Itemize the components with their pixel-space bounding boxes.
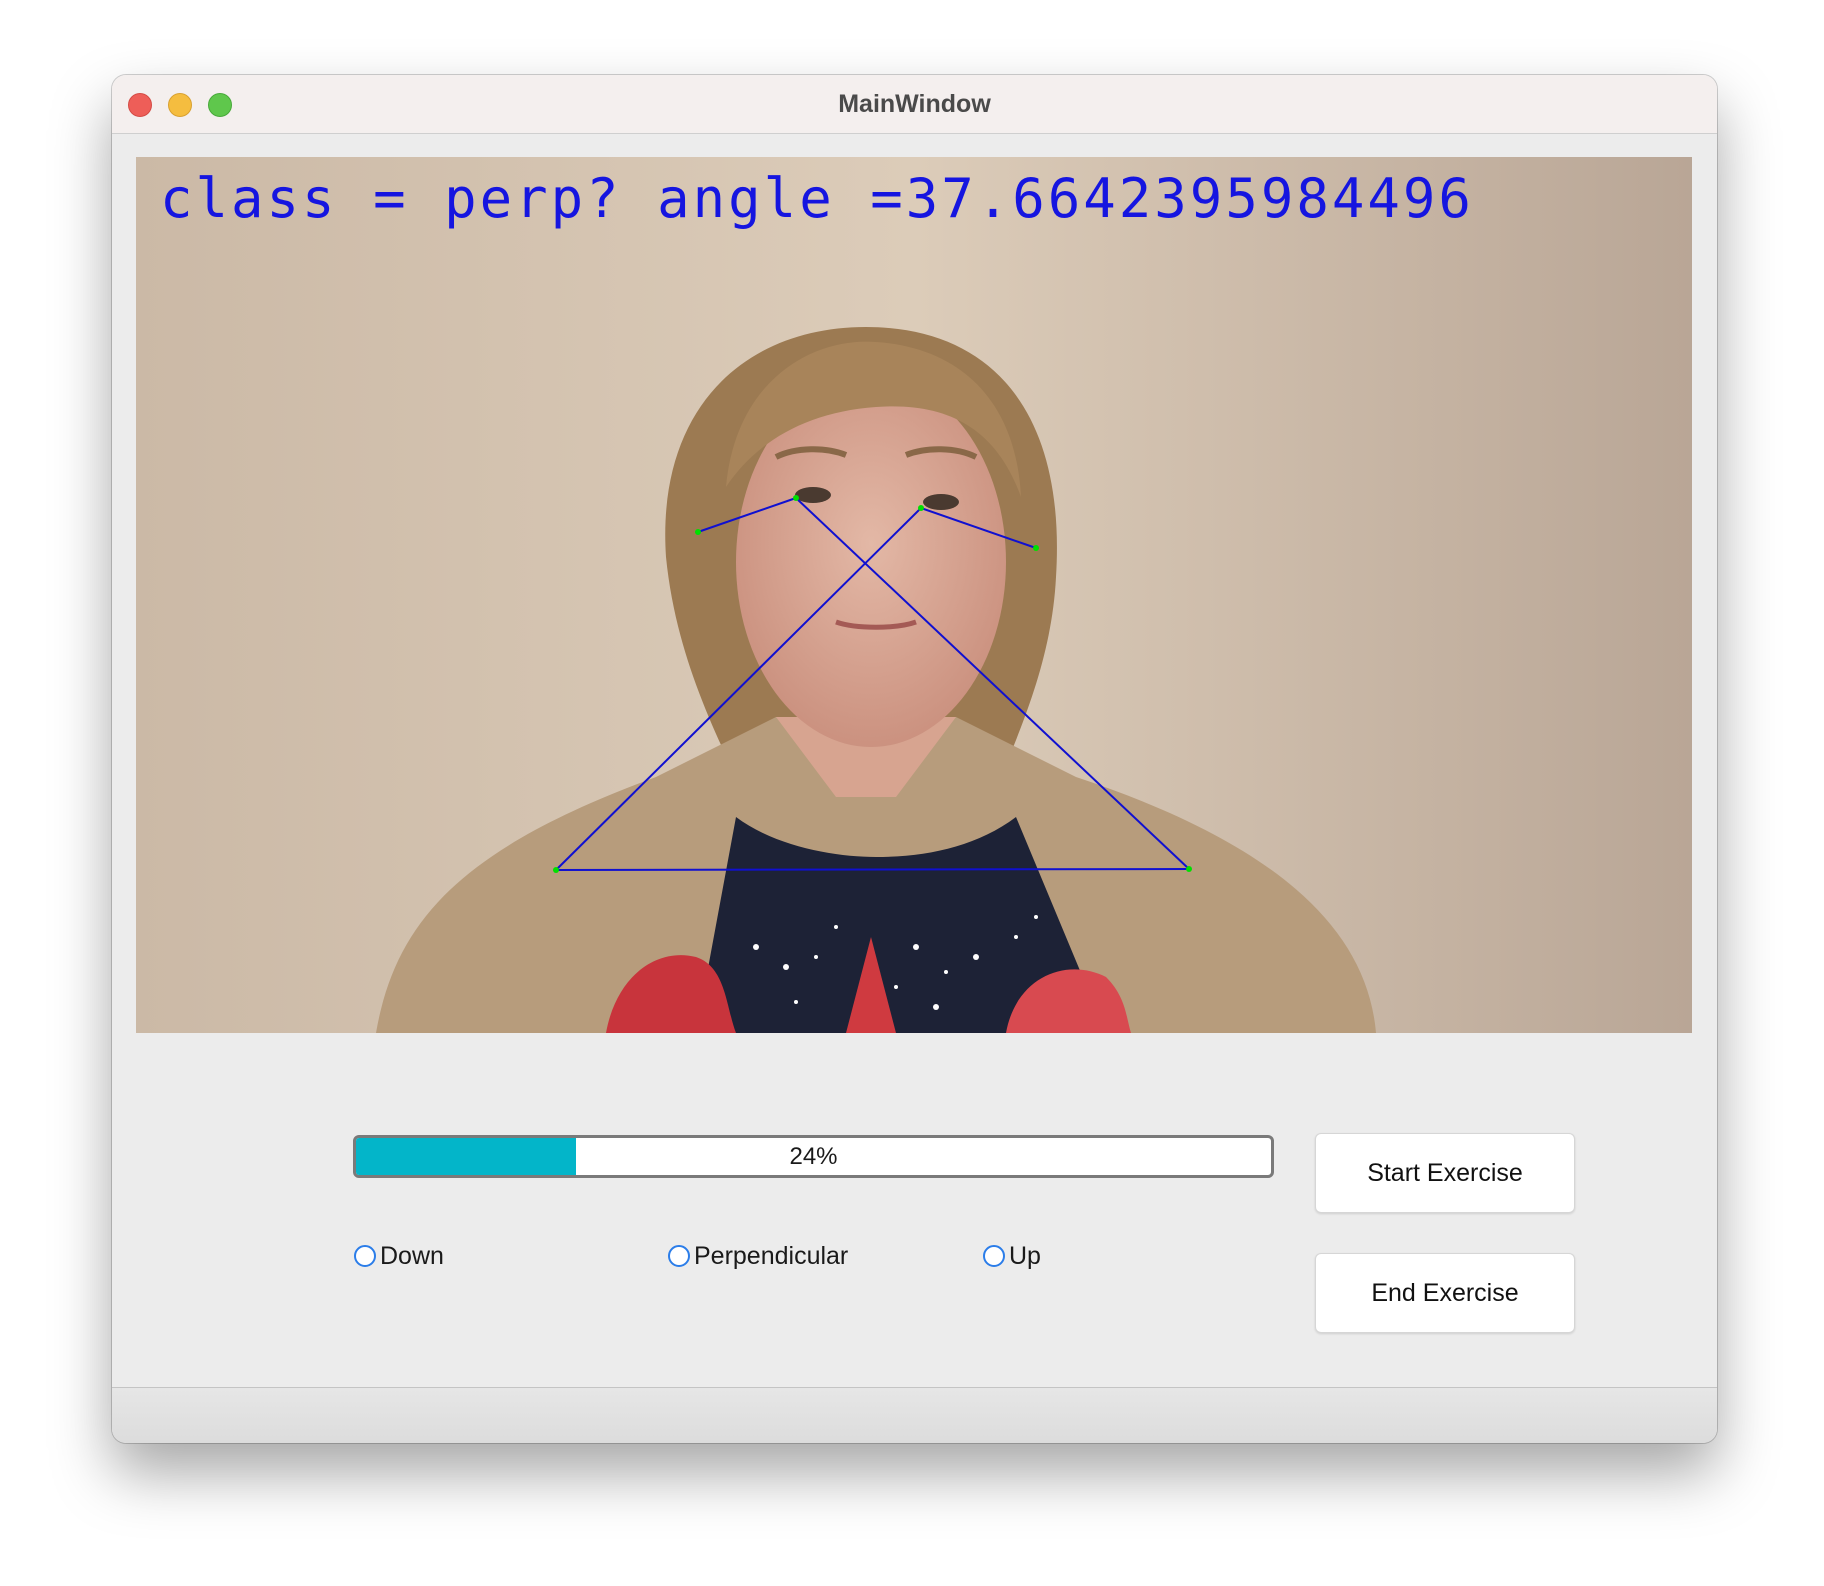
radio-perpendicular-circle[interactable] [668,1245,690,1267]
radio-perpendicular[interactable]: Perpendicular [668,1241,848,1271]
radio-up-circle[interactable] [983,1245,1005,1267]
camera-feed: class = perp? angle =37.6642395984496 [136,157,1692,1033]
eye-left [795,487,831,503]
classification-overlay-text: class = perp? angle =37.6642395984496 [160,167,1474,230]
end-exercise-button[interactable]: End Exercise [1315,1253,1575,1333]
radio-perpendicular-label: Perpendicular [694,1241,849,1270]
exercise-progress-bar: 24% [353,1135,1274,1178]
radio-down[interactable]: Down [354,1241,444,1271]
radio-up-label: Up [1009,1241,1041,1270]
eye-right [923,494,959,510]
progress-label: 24% [789,1143,838,1170]
radio-down-circle[interactable] [354,1245,376,1267]
main-window: MainWindow class = perp? angle =37.66423… [112,75,1717,1443]
status-bar [112,1387,1717,1443]
start-exercise-button[interactable]: Start Exercise [1315,1133,1575,1213]
camera-frame-image [136,157,1692,1033]
radio-down-label: Down [380,1241,444,1270]
window-title: MainWindow [838,90,991,118]
radio-up[interactable]: Up [983,1241,1041,1271]
title-bar: MainWindow [112,75,1717,134]
